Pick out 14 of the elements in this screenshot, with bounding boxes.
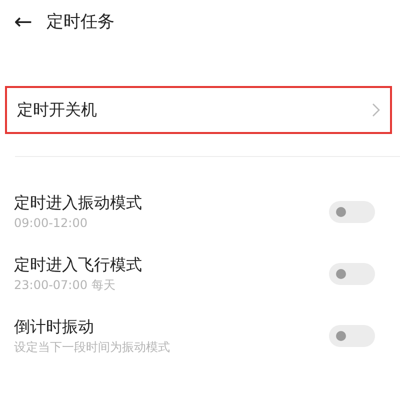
toggle-switch[interactable]: [329, 325, 375, 347]
task-title: 倒计时振动: [14, 316, 95, 338]
back-button[interactable]: ←: [14, 12, 32, 34]
timer-power-row[interactable]: 定时开关机: [5, 86, 392, 134]
chevron-icon: [372, 103, 380, 117]
toggle-switch[interactable]: [329, 263, 375, 285]
task-title: 定时进入飞行模式: [14, 254, 142, 276]
task-subtitle: 09:00-12:00: [14, 216, 88, 232]
row-label: 定时开关机: [17, 99, 97, 121]
task-title: 定时进入振动模式: [14, 192, 142, 214]
task-subtitle: 设定当下一段时间为振动模式: [14, 340, 170, 356]
toggle-switch[interactable]: [329, 201, 375, 223]
task-subtitle: 23:00-07:00 每天: [14, 278, 116, 294]
page-title: 定时任务: [46, 11, 114, 34]
